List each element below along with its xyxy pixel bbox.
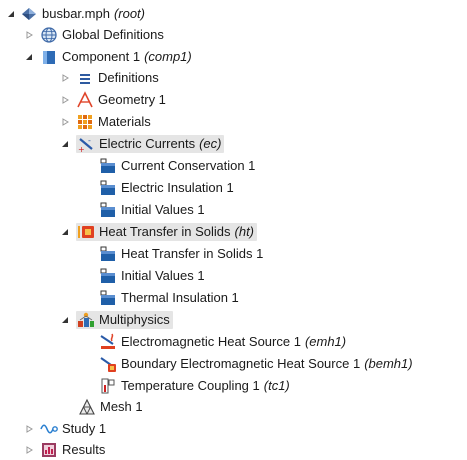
tree-node-tag: (tc1) [263, 378, 290, 393]
expanded-arrow-icon[interactable] [24, 52, 34, 62]
tree-node-label: Current Conservation 1 [121, 158, 256, 173]
tree-node-mesh[interactable]: Mesh 1 [78, 397, 143, 417]
tree-node-label: Materials [98, 114, 151, 129]
tree-node-heat-transfer[interactable]: Heat Transfer in Solids (ht) [60, 222, 258, 242]
collapsed-arrow-icon[interactable] [60, 73, 70, 83]
collapsed-arrow-icon[interactable] [60, 95, 70, 105]
electric-currents-icon: + - [77, 135, 95, 153]
physics-node-icon [99, 267, 117, 285]
physics-node-icon [99, 201, 117, 219]
tree-node-label: Multiphysics [99, 312, 170, 327]
tree-node-multiphysics[interactable]: Multiphysics [60, 310, 173, 330]
tree-node-boundary-em-heat-source[interactable]: Boundary Electromagnetic Heat Source 1 (… [99, 354, 413, 374]
tree-node-current-conservation[interactable]: Current Conservation 1 [99, 156, 255, 176]
tree-node-heat-transfer-solids[interactable]: Heat Transfer in Solids 1 [99, 244, 263, 264]
component-icon [40, 48, 58, 66]
globe-icon [40, 26, 58, 44]
heat-transfer-icon [77, 223, 95, 241]
svg-text:+: + [78, 145, 85, 153]
tree-node-electric-insulation[interactable]: Electric Insulation 1 [99, 178, 234, 198]
tree-node-temperature-coupling[interactable]: Temperature Coupling 1 (tc1) [99, 376, 290, 396]
definitions-icon [76, 69, 94, 87]
tree-node-tag: (ht) [234, 224, 255, 239]
tree-node-label: Heat Transfer in Solids [99, 224, 231, 239]
tree-node-label: Electric Insulation 1 [121, 180, 234, 195]
collapsed-arrow-icon[interactable] [24, 424, 34, 434]
tree-node-label: Geometry 1 [98, 92, 166, 107]
mesh-icon [78, 398, 96, 416]
tree-node-label: Study 1 [62, 421, 107, 436]
geometry-icon [76, 91, 94, 109]
results-icon [40, 441, 58, 459]
collapsed-arrow-icon[interactable] [24, 445, 34, 455]
tree-node-tag: (root) [113, 6, 145, 21]
tree-node-em-heat-source[interactable]: Electromagnetic Heat Source 1 (emh1) [99, 332, 346, 352]
svg-text:-: - [88, 136, 91, 145]
tree-node-tag: (comp1) [144, 49, 192, 64]
physics-node-icon [99, 157, 117, 175]
tree-node-study[interactable]: Study 1 [24, 419, 106, 439]
selected-node-highlight: Heat Transfer in Solids (ht) [76, 223, 258, 241]
collapsed-arrow-icon[interactable] [24, 30, 34, 40]
temperature-coupling-icon [99, 377, 117, 395]
physics-node-icon [99, 245, 117, 263]
model-builder-tree: busbar.mph (root) Global Definitions Com… [0, 0, 467, 459]
tree-node-materials[interactable]: Materials [60, 112, 151, 132]
tree-node-tag: (ec) [199, 136, 222, 151]
materials-icon [76, 113, 94, 131]
tree-node-label: Component 1 [62, 49, 141, 64]
tree-node-label: Initial Values 1 [121, 268, 205, 283]
expanded-arrow-icon[interactable] [60, 227, 70, 237]
tree-node-label: busbar.mph [42, 6, 110, 21]
expanded-arrow-icon[interactable] [6, 9, 16, 19]
tree-node-tag: (bemh1) [364, 356, 413, 371]
collapsed-arrow-icon[interactable] [60, 117, 70, 127]
tree-node-global-definitions[interactable]: Global Definitions [24, 25, 164, 45]
em-heat-source-icon [99, 333, 117, 351]
tree-node-label: Initial Values 1 [121, 202, 205, 217]
expanded-arrow-icon[interactable] [60, 139, 70, 149]
tree-node-label: Mesh 1 [100, 399, 143, 414]
tree-node-label: Definitions [98, 70, 159, 85]
selected-node-highlight: + - Electric Currents (ec) [76, 135, 225, 153]
tree-node-label: Electric Currents [99, 136, 196, 151]
tree-node-component[interactable]: Component 1 (comp1) [24, 47, 192, 67]
model-icon [20, 5, 38, 23]
tree-node-label: Thermal Insulation 1 [121, 290, 239, 305]
multiphysics-icon [77, 311, 95, 329]
tree-node-label: Global Definitions [62, 27, 164, 42]
tree-node-root[interactable]: busbar.mph (root) [6, 4, 145, 24]
tree-node-thermal-insulation[interactable]: Thermal Insulation 1 [99, 288, 239, 308]
expanded-arrow-icon[interactable] [60, 315, 70, 325]
physics-node-icon [99, 289, 117, 307]
tree-node-results[interactable]: Results [24, 440, 105, 460]
tree-node-electric-currents[interactable]: + - Electric Currents (ec) [60, 134, 225, 154]
tree-node-geometry[interactable]: Geometry 1 [60, 90, 166, 110]
tree-node-label: Electromagnetic Heat Source 1 [121, 334, 301, 349]
tree-node-label: Heat Transfer in Solids 1 [121, 246, 264, 261]
boundary-em-heat-source-icon [99, 355, 117, 373]
tree-node-tag: (emh1) [304, 334, 347, 349]
tree-node-definitions[interactable]: Definitions [60, 68, 159, 88]
study-icon [40, 420, 58, 438]
tree-node-label: Temperature Coupling 1 [121, 378, 260, 393]
physics-node-icon [99, 179, 117, 197]
selected-node-highlight: Multiphysics [76, 311, 173, 329]
tree-node-initial-values-ht[interactable]: Initial Values 1 [99, 266, 205, 286]
tree-node-label: Boundary Electromagnetic Heat Source 1 [121, 356, 361, 371]
tree-node-label: Results [62, 442, 106, 457]
tree-node-initial-values[interactable]: Initial Values 1 [99, 200, 205, 220]
